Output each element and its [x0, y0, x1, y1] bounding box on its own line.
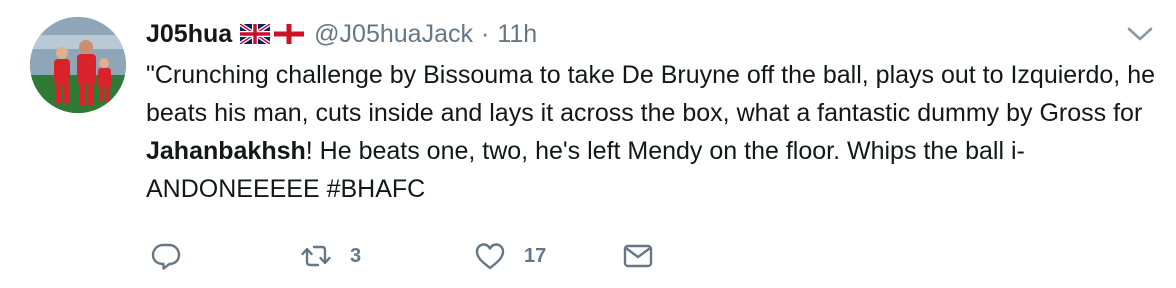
user-handle[interactable]: @J05huaJack	[314, 20, 473, 49]
retweet-icon	[301, 245, 331, 267]
tweet-text-part: "Crunching challenge by Bissouma to take…	[146, 61, 1156, 127]
united-kingdom-flag-icon	[240, 24, 271, 44]
avatar[interactable]	[30, 17, 126, 113]
avatar-photo	[30, 17, 126, 113]
direct-message-button[interactable]	[622, 240, 654, 272]
like-button[interactable]: 17	[474, 240, 622, 272]
timestamp[interactable]: 11h	[497, 20, 537, 49]
display-name[interactable]: J05hua	[146, 20, 232, 49]
tweet-text: "Crunching challenge by Bissouma to take…	[146, 56, 1166, 208]
england-flag-icon	[274, 24, 305, 44]
heart-icon	[475, 243, 505, 270]
retweet-count: 3	[350, 244, 362, 267]
chevron-down-icon[interactable]	[1126, 22, 1154, 46]
tweet-text-bold: Jahanbakhsh	[146, 137, 306, 165]
tweet-card[interactable]: J05hua @J05huaJack · 11h "Crunching chal…	[0, 0, 1176, 288]
like-count: 17	[524, 244, 547, 267]
reply-icon	[151, 243, 181, 270]
tweet-actions: 3 17	[150, 238, 654, 274]
envelope-icon	[623, 244, 653, 268]
retweet-button[interactable]: 3	[300, 240, 474, 272]
tweet-header: J05hua @J05huaJack · 11h	[146, 17, 537, 51]
separator-dot: ·	[480, 19, 490, 48]
reply-button[interactable]	[150, 240, 300, 272]
flags	[240, 24, 305, 44]
